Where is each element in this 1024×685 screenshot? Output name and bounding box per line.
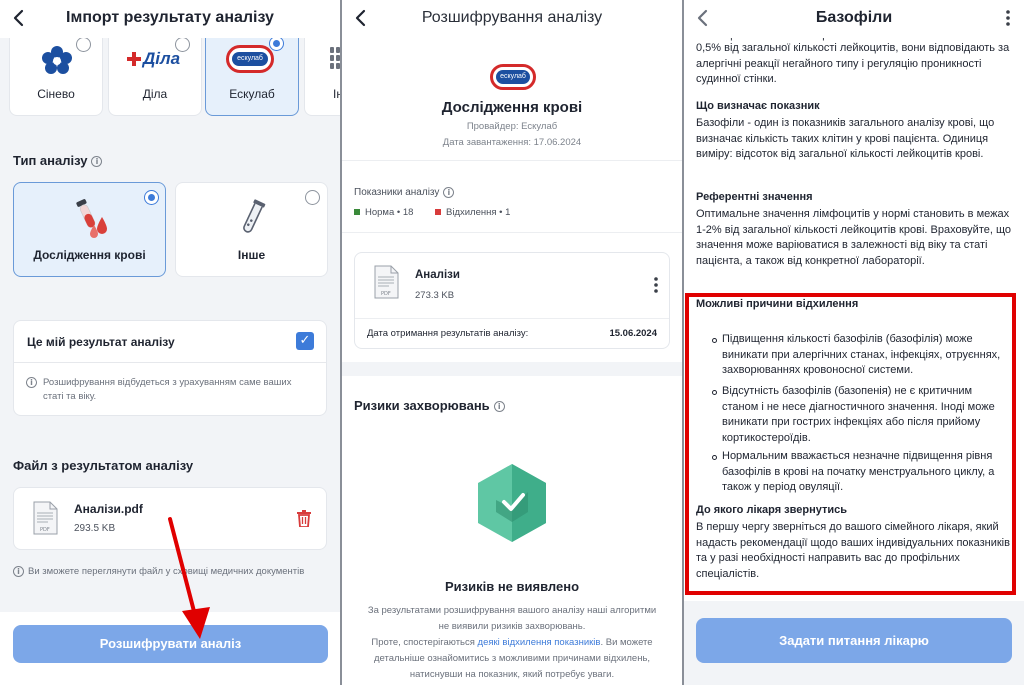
provider-text: Провайдер: Ескулаб [466, 121, 558, 132]
reference-text: Оптимальне значення лімфоцитів у нормі с… [696, 208, 1012, 267]
dila-cross-icon [127, 52, 141, 66]
import-panel: Сінево Діла Діла ескулаб Ескулаб Ін Імпо… [0, 0, 340, 685]
info-icon[interactable]: i [493, 401, 505, 413]
provider-radio-selected[interactable] [269, 36, 284, 51]
basophils-panel: лейкоцитів. Частка базофілів становить в… [684, 0, 1024, 685]
section-separator [342, 362, 682, 376]
type-card-other[interactable]: Інше [175, 182, 328, 277]
result-date-value: 15.06.2024 [609, 328, 657, 339]
divider [342, 232, 682, 233]
what-heading: Що визначає показник [696, 100, 820, 112]
my-result-note: Розшифрування відбудеться з урахуванням … [43, 377, 292, 402]
type-label: Інше [237, 248, 266, 262]
analysis-file-card[interactable]: PDF Аналізи 273.3 KB Дата отримання резу… [354, 252, 670, 349]
file-name: Аналізи [415, 269, 460, 281]
doctor-heading: До якого лікаря звернутись [696, 504, 848, 516]
what-text: Базофіли - один із показників загального… [696, 117, 995, 160]
provider-radio[interactable] [76, 37, 91, 52]
header: Базофіли [684, 0, 1024, 38]
provider-card-dila[interactable]: Діла Діла [108, 30, 202, 116]
provider-card-other[interactable]: Ін [304, 30, 340, 116]
type-radio-selected[interactable] [144, 190, 159, 205]
esculab-logo: ескулаб [490, 64, 536, 92]
file-name: Аналізи.pdf [74, 502, 143, 516]
blood-tube-icon [76, 199, 107, 238]
divider [342, 160, 682, 161]
provider-card-synevo[interactable]: Сінево [9, 30, 103, 116]
pdf-file-icon: PDF [33, 501, 58, 535]
esculab-logo: ескулаб [226, 45, 274, 73]
file-section-title: Файл з результатом аналізу [13, 458, 194, 473]
info-icon: i [13, 566, 24, 577]
file-size: 273.3 KB [415, 290, 455, 301]
page-title: Розшифрування аналізу [421, 9, 603, 26]
cause-item: Нормальним вважається незначне підвищенн… [712, 449, 1010, 496]
provider-radio[interactable] [175, 37, 190, 52]
norm-square-icon [354, 209, 360, 216]
upload-date: Дата завантаження: 17.06.2024 [442, 137, 582, 148]
test-tube-icon [243, 199, 266, 233]
causes-heading: Можливі причини відхилення [696, 298, 859, 310]
cause-item: Підвищення кількості базофілів (базофілі… [712, 332, 1010, 379]
ask-doctor-button[interactable]: Задати питання лікарю [696, 618, 1012, 663]
doctor-text: В першу чергу зверніться до вашого сімей… [696, 521, 1010, 580]
divider [14, 362, 326, 363]
risks-title: Ризики захворювань i [354, 398, 505, 413]
info-icon: i [26, 377, 37, 388]
decode-panel: Розшифрування аналізу ескулаб Дослідженн… [342, 0, 682, 685]
trash-icon[interactable] [297, 510, 311, 527]
my-result-label: Це мій результат аналізу [27, 335, 175, 349]
type-label: Дослідження крові [33, 248, 146, 262]
header: Розшифрування аналізу [342, 0, 682, 38]
annotation-arrow-icon [168, 517, 210, 639]
page-title: Базофіли [815, 9, 893, 26]
more-options-icon[interactable] [1004, 8, 1012, 28]
deviations-link[interactable]: деякі відхилення показників [478, 637, 601, 648]
provider-card-esculab[interactable]: ескулаб Ескулаб [205, 30, 299, 116]
file-size: 293.5 KB [74, 523, 116, 534]
provider-label: Діла [142, 87, 168, 101]
deviation-description: Проте, спостерігаються деякі відхилення … [371, 637, 653, 680]
info-icon[interactable]: i [443, 187, 455, 198]
type-card-blood[interactable]: Дослідження крові [13, 182, 166, 277]
result-date-label: Дата отримання результатів аналізу: [367, 328, 529, 339]
no-risk-title: Ризиків не виявлено [444, 579, 580, 594]
intro-text: 0,5% від загальної кількості лейкоцитів,… [696, 42, 1010, 85]
analysis-heading: Дослідження крові [441, 99, 583, 116]
deviation-legend: Відхилення • 1 [435, 207, 510, 218]
no-risk-description: За результатами розшифрування вашого ана… [367, 605, 657, 632]
provider-label: Ін [333, 87, 340, 101]
type-radio[interactable] [305, 190, 320, 205]
analysis-type-title: Тип аналізу i [13, 153, 103, 168]
grid-icon [330, 47, 340, 69]
my-result-card: Це мій результат аналізу ✓ i Розшифруван… [13, 320, 327, 416]
indicators-label: Показники аналізу i [354, 187, 455, 198]
no-risk-shield-icon [478, 464, 546, 542]
more-options-icon[interactable] [653, 276, 659, 294]
header: Імпорт результату аналізу [0, 0, 340, 38]
svg-text:PDF: PDF [381, 291, 391, 297]
deviation-square-icon [435, 209, 441, 216]
provider-label: Ескулаб [229, 87, 275, 101]
cause-item: Відсутність базофілів (базопенія) не є к… [712, 384, 1010, 446]
dila-logo: Діла [127, 49, 187, 71]
synevo-logo [42, 46, 72, 74]
reference-heading: Референтні значення [696, 191, 813, 203]
page-title: Імпорт результату аналізу [66, 9, 274, 26]
provider-label: Сінево [37, 87, 75, 101]
my-result-checkbox[interactable]: ✓ [296, 332, 314, 350]
pdf-file-icon: PDF [374, 265, 399, 299]
divider [355, 318, 669, 319]
info-icon[interactable]: i [91, 156, 103, 168]
norm-legend: Норма • 18 [354, 207, 413, 218]
svg-text:PDF: PDF [40, 527, 50, 533]
